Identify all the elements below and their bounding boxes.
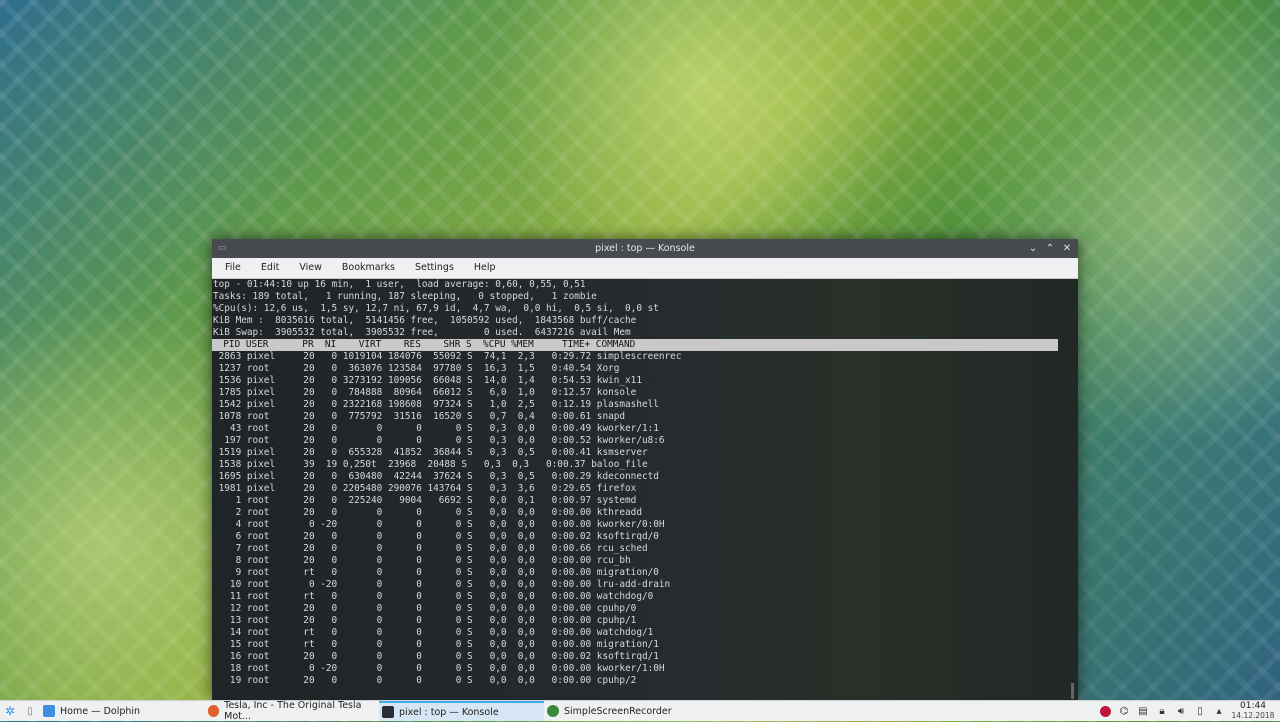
task-simplescreenrecorder[interactable]: SimpleScreenRecorder [544,701,709,721]
menu-bar: File Edit View Bookmarks Settings Help [212,258,1078,279]
summary-uptime-line: top - 01:44:10 up 16 min, 1 user, load a… [213,279,586,290]
table-row: 1237 root 20 0 363076 123584 97780 S 16,… [213,363,620,374]
network-icon[interactable]: ⌬ [1116,703,1132,719]
table-row: 10 root 0 -20 0 0 0 S 0,0 0,0 0:00.00 lr… [213,579,671,590]
table-row: 43 root 20 0 0 0 0 S 0,3 0,0 0:00.49 kwo… [213,423,659,434]
task-label: Home — Dolphin [60,705,141,717]
task-label: pixel : top — Konsole [399,706,499,718]
summary-tasks-line: Tasks: 189 total, 1 running, 187 sleepin… [213,291,597,302]
dolphin-icon [43,705,55,717]
table-row: 11 root rt 0 0 0 0 S 0,0 0,0 0:00.00 wat… [213,591,654,602]
menu-view[interactable]: View [289,258,332,278]
summary-cpu-line: %Cpu(s): 12,6 us, 1,5 sy, 12,7 ni, 67,9 … [213,303,659,314]
terminal-scrollbar[interactable] [1071,683,1074,699]
table-row: 14 root rt 0 0 0 0 S 0,0 0,0 0:00.00 wat… [213,627,654,638]
system-tray: ⌬ ▤ 🔒︎ 🔊︎ ▯ ▴ 01:44 14.12.2018 [1097,701,1280,721]
konsole-window[interactable]: ▭ pixel : top — Konsole ⌄ ⌃ ✕ File Edit … [212,239,1078,700]
tray-expand-icon[interactable]: ▴ [1211,703,1227,719]
table-row: 197 root 20 0 0 0 0 S 0,3 0,0 0:00.52 kw… [213,435,665,446]
firefox-icon [208,705,220,717]
window-title: pixel : top — Konsole [595,243,695,254]
table-row: 7 root 20 0 0 0 0 S 0,0 0,0 0:00.66 rcu_… [213,543,648,554]
table-row: 1538 pixel 39 19 0,250t 23968 20488 S 0,… [213,459,648,470]
table-row: 19 root 20 0 0 0 0 S 0,0 0,0 0:00.00 cpu… [213,675,637,686]
window-titlebar[interactable]: ▭ pixel : top — Konsole ⌄ ⌃ ✕ [212,239,1078,258]
table-row: 15 root rt 0 0 0 0 S 0,0 0,0 0:00.00 mig… [213,639,659,650]
task-dolphin[interactable]: Home — Dolphin [40,701,205,721]
table-row: 9 root rt 0 0 0 0 S 0,0 0,0 0:00.00 migr… [213,567,659,578]
summary-mem-line: KiB Mem : 8035616 total, 5141456 free, 1… [213,315,637,326]
table-row: 2863 pixel 20 0 1019104 184076 55092 S 7… [213,351,682,362]
close-button[interactable]: ✕ [1062,239,1072,258]
menu-settings[interactable]: Settings [405,258,464,278]
record-icon[interactable] [1097,703,1113,719]
table-row: 1981 pixel 20 0 2205480 290076 143764 S … [213,483,637,494]
volume-icon[interactable]: 🔊︎ [1173,703,1189,719]
process-table: 2863 pixel 20 0 1019104 184076 55092 S 7… [212,351,1078,687]
maximize-button[interactable]: ⌃ [1045,239,1055,258]
table-row: 1542 pixel 20 0 2322168 198608 97324 S 1… [213,399,659,410]
app-launcher-icon[interactable]: ✲ [0,701,20,721]
table-row: 6 root 20 0 0 0 0 S 0,0 0,0 0:00.02 ksof… [213,531,659,542]
table-row: 16 root 20 0 0 0 0 S 0,0 0,0 0:00.02 kso… [213,651,659,662]
taskbar: ✲ ▯ Home — Dolphin Tesla, Inc - The Orig… [0,700,1280,722]
desktop-pager-icon[interactable]: ▯ [20,701,40,721]
clock[interactable]: 01:44 14.12.2018 [1230,701,1276,721]
simplescreenrecorder-icon [547,705,559,717]
konsole-icon[interactable]: ▭ [217,243,227,253]
task-label: SimpleScreenRecorder [564,705,672,717]
minimize-button[interactable]: ⌄ [1028,239,1038,258]
clock-time: 01:44 [1240,701,1266,711]
task-konsole[interactable]: pixel : top — Konsole [379,701,544,721]
menu-edit[interactable]: Edit [251,258,289,278]
table-row: 1536 pixel 20 0 3273192 109056 66048 S 1… [213,375,642,386]
table-row: 1695 pixel 20 0 630480 42244 37624 S 0,3… [213,471,659,482]
table-row: 1 root 20 0 225240 9004 6692 S 0,0 0,1 0… [213,495,637,506]
process-table-header: PID USER PR NI VIRT RES SHR S %CPU %MEM … [212,339,1058,351]
terminal-area[interactable]: top - 01:44:10 up 16 min, 1 user, load a… [212,279,1078,700]
lock-icon[interactable]: 🔒︎ [1154,703,1170,719]
table-row: 4 root 0 -20 0 0 0 S 0,0 0,0 0:00.00 kwo… [213,519,665,530]
clock-date: 14.12.2018 [1231,711,1275,720]
table-row: 2 root 20 0 0 0 0 S 0,0 0,0 0:00.00 kthr… [213,507,642,518]
table-row: 13 root 20 0 0 0 0 S 0,0 0,0 0:00.00 cpu… [213,615,637,626]
table-row: 8 root 20 0 0 0 0 S 0,0 0,0 0:00.00 rcu_… [213,555,631,566]
table-row: 1078 root 20 0 775792 31516 16520 S 0,7 … [213,411,626,422]
clipboard-icon[interactable]: ▤ [1135,703,1151,719]
top-summary: top - 01:44:10 up 16 min, 1 user, load a… [212,279,1078,339]
table-row: 1785 pixel 20 0 784888 80964 66012 S 6,0… [213,387,637,398]
konsole-icon [382,706,394,718]
task-firefox[interactable]: Tesla, Inc - The Original Tesla Mot... [205,700,379,722]
menu-bookmarks[interactable]: Bookmarks [332,258,405,278]
summary-swap-line: KiB Swap: 3905532 total, 3905532 free, 0… [213,327,631,338]
table-row: 1519 pixel 20 0 655328 41852 36844 S 0,3… [213,447,648,458]
kdeconnect-icon[interactable]: ▯ [1192,703,1208,719]
table-row: 18 root 0 -20 0 0 0 S 0,0 0,0 0:00.00 kw… [213,663,665,674]
task-label: Tesla, Inc - The Original Tesla Mot... [224,700,362,722]
menu-help[interactable]: Help [464,258,506,278]
table-row: 12 root 20 0 0 0 0 S 0,0 0,0 0:00.00 cpu… [213,603,637,614]
menu-file[interactable]: File [215,258,251,278]
